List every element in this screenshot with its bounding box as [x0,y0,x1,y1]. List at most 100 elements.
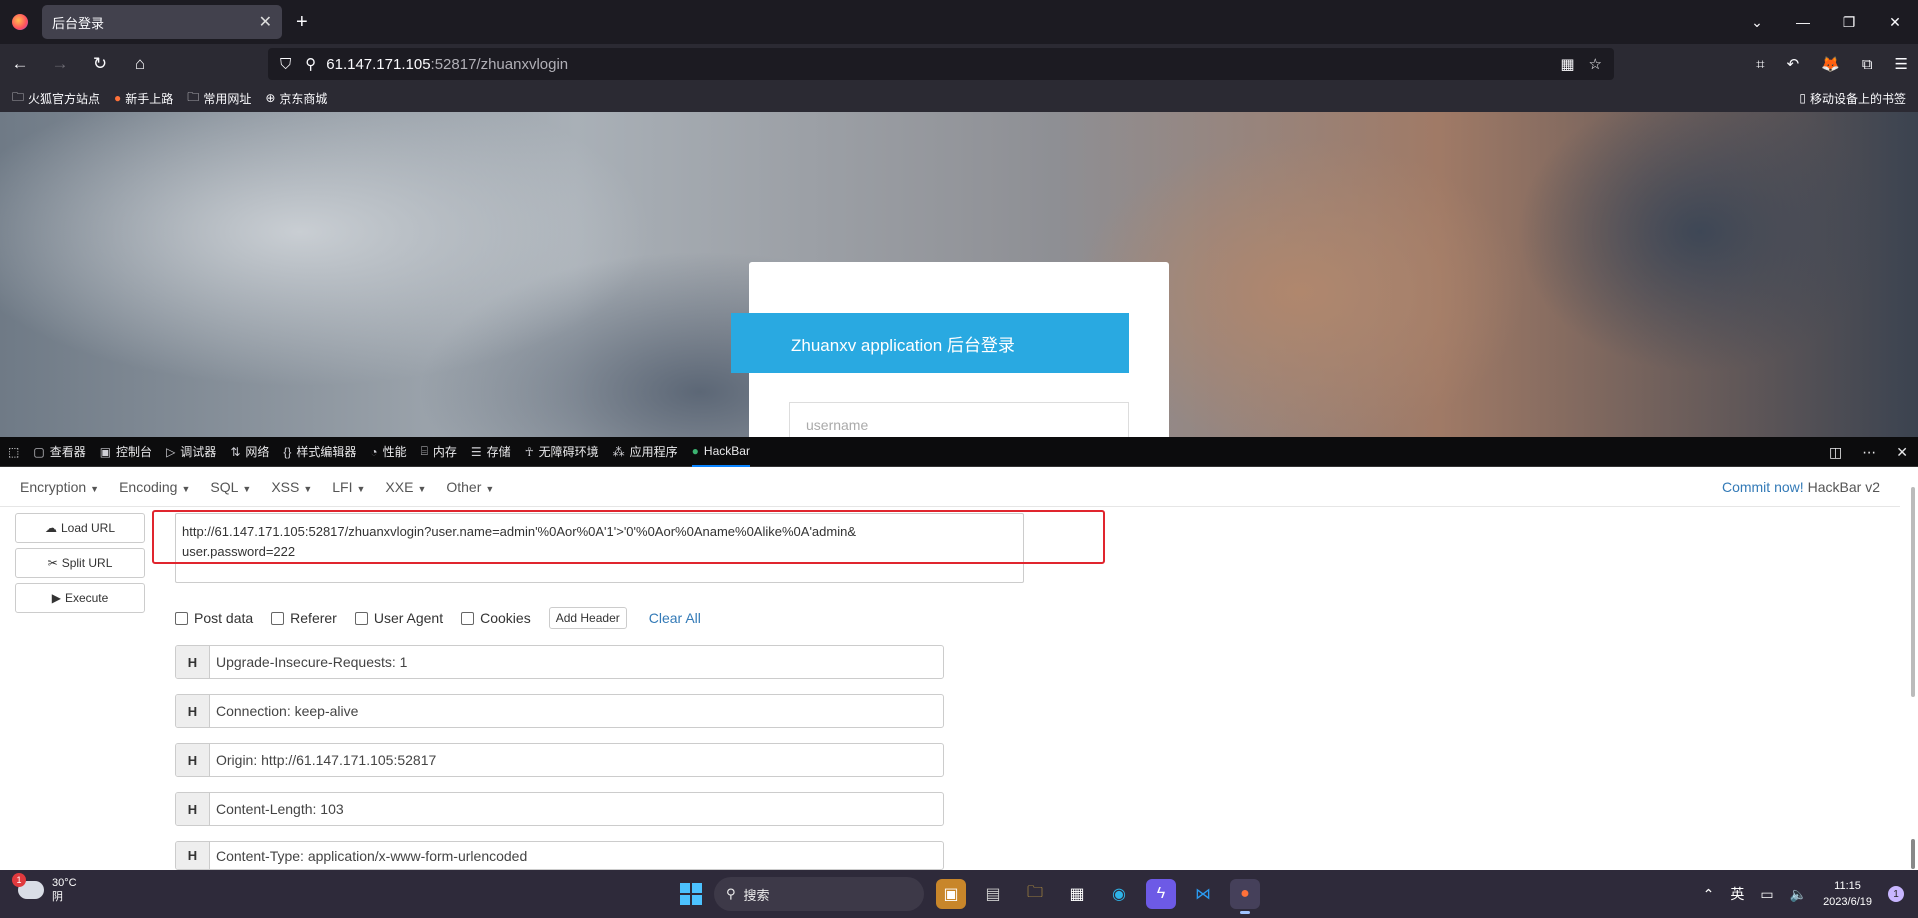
browser-tab[interactable]: 后台登录 ✕ [42,5,282,39]
fox-extension-icon[interactable]: 🦊 [1821,55,1840,73]
menu-encryption[interactable]: Encryption ▼ [20,479,99,495]
weather-widget[interactable]: 1 30°C 阴 [12,873,77,904]
menu-sql[interactable]: SQL ▼ [210,479,251,495]
username-input[interactable]: username [789,402,1129,437]
menu-xxe[interactable]: XXE ▼ [385,479,426,495]
commit-link[interactable]: Commit now! [1722,479,1804,495]
more-icon[interactable]: ⋯ [1862,444,1876,461]
clock[interactable]: 11:15 2023/6/19 [1823,878,1872,910]
shield-icon[interactable]: ⛉ [280,56,291,73]
temperature: 30°C [52,877,77,889]
minimize-icon[interactable]: — [1780,14,1826,30]
cookies-checkbox[interactable]: Cookies [461,610,531,626]
split-url-button[interactable]: ✂ Split URL [15,548,145,578]
volume-icon[interactable]: 🔈 [1790,886,1807,903]
reload-icon[interactable]: ↻ [80,54,120,74]
login-title: Zhuanxv application 后台登录 [731,313,1129,373]
devtools-tab-style-editor[interactable]: {} 样式编辑器 [283,443,356,460]
devtools-tab-performance[interactable]: ◔ 性能 [370,443,406,460]
user-agent-checkbox[interactable]: User Agent [354,610,443,626]
menu-lfi[interactable]: LFI ▼ [332,479,365,495]
load-url-button[interactable]: ☁ Load URL [15,513,145,543]
devtools-tab-network[interactable]: ⇅ 网络 [230,443,269,460]
header-value[interactable]: Connection: keep-alive [210,703,358,719]
execute-button[interactable]: ▶ Execute [15,583,145,613]
bookmark-star-icon[interactable]: ☆ [1589,55,1602,73]
file-explorer-icon[interactable]: 🗀 [1020,879,1050,909]
header-value[interactable]: Content-Length: 103 [210,801,344,817]
edge-icon[interactable]: ◉ [1104,879,1134,909]
devtools-tab-inspector[interactable]: ▢ 查看器 [33,443,85,460]
briefcase-app-icon[interactable]: ▣ [936,879,966,909]
scrollbar-thumb[interactable] [1911,839,1915,869]
header-toggle[interactable]: H [176,646,210,678]
header-value[interactable]: Origin: http://61.147.171.105:52817 [210,752,436,768]
tab-close-icon[interactable]: ✕ [259,12,272,32]
header-value[interactable]: Content-Type: application/x-www-form-url… [210,848,527,864]
header-toggle[interactable]: H [176,695,210,727]
undo-icon[interactable]: ↶ [1787,55,1800,73]
post-data-checkbox[interactable]: Post data [175,610,253,626]
tab-list-icon[interactable]: ⌄ [1734,14,1780,31]
globe-icon: ⊕ [265,91,276,105]
forward-icon[interactable]: → [40,54,80,74]
firefox-taskbar-icon[interactable]: ● [1230,879,1260,914]
qr-code-icon[interactable]: ▦ [1560,55,1574,73]
dock-icon[interactable]: ◫ [1829,444,1842,461]
add-header-button[interactable]: Add Header [548,607,627,629]
mobile-bookmarks[interactable]: ▯ 移动设备上的书签 [1799,84,1906,112]
header-toggle[interactable]: H [176,793,210,825]
url-bar[interactable]: ⛉ ⚲ 61.147.171.105:52817/zhuanxvlogin ▦ … [268,48,1614,80]
header-toggle[interactable]: H [176,842,210,869]
network-icon: ⇅ [230,444,241,459]
menu-other[interactable]: Other ▼ [446,479,494,495]
system-tray: ⌃ 英 ▭ 🔈 11:15 2023/6/19 1 [1703,870,1904,918]
application-icon: ⁂ [612,444,625,459]
devtools-tab-memory[interactable]: ⌸ 内存 [421,443,457,460]
menu-xss[interactable]: XSS ▼ [271,479,312,495]
bookmark-item[interactable]: 🗀 常用网址 [187,88,251,109]
header-row: H Content-Type: application/x-www-form-u… [175,841,944,870]
devtools-close-icon[interactable]: ✕ [1896,444,1908,461]
power-automate-icon[interactable]: ϟ [1146,879,1176,909]
page-content: Zhuanxv application 后台登录 username [0,112,1918,437]
notification-badge[interactable]: 1 [1888,886,1904,902]
devtools-tab-hackbar[interactable]: ● HackBar [691,437,750,467]
caret-down-icon: ▼ [417,483,427,494]
vscode-icon[interactable]: ⋈ [1188,879,1218,909]
weather-condition: 阴 [52,891,63,903]
element-picker-icon[interactable]: ⬚ [8,445,19,459]
header-value[interactable]: Upgrade-Insecure-Requests: 1 [210,654,407,670]
window-close-icon[interactable]: ✕ [1872,14,1918,31]
taskbar-search[interactable]: ⚲ 搜索 [714,877,924,911]
header-toggle[interactable]: H [176,744,210,776]
windows-start-icon[interactable] [680,883,702,905]
bookmark-item[interactable]: 🗀 火狐官方站点 [12,88,100,109]
devtools-tab-debugger[interactable]: ▷ 调试器 [166,443,216,460]
bookmark-item[interactable]: ⊕ 京东商城 [265,90,327,107]
extensions-icon[interactable]: ⧉ [1862,56,1873,73]
back-icon[interactable]: ← [0,54,40,74]
header-row: H Upgrade-Insecure-Requests: 1 [175,645,944,679]
clear-all-link[interactable]: Clear All [649,610,701,626]
crop-icon[interactable]: ⌗ [1756,56,1764,73]
home-icon[interactable]: ⌂ [120,54,160,74]
devtools-tab-application[interactable]: ⁂ 应用程序 [613,443,678,460]
new-tab-button[interactable]: + [296,11,308,34]
scrollbar[interactable] [1911,487,1915,697]
bookmark-item[interactable]: ● 新手上路 [114,90,173,107]
devtools-tab-storage[interactable]: ☰ 存储 [471,443,511,460]
menu-icon[interactable]: ☰ [1895,55,1908,73]
store-icon[interactable]: ▦ [1062,879,1092,909]
network-tray-icon[interactable]: ▭ [1760,886,1773,903]
devtools-tab-accessibility[interactable]: ☥ 无障碍环境 [525,443,599,460]
chevron-up-icon[interactable]: ⌃ [1703,886,1715,903]
restore-icon[interactable]: ❐ [1826,14,1872,31]
play-circle-icon: ▶ [51,591,61,605]
referer-checkbox[interactable]: Referer [271,610,337,626]
task-view-icon[interactable]: ▤ [978,879,1008,909]
devtools-tab-console[interactable]: ▣ 控制台 [100,443,152,460]
menu-encoding[interactable]: Encoding ▼ [119,479,190,495]
ime-indicator[interactable]: 英 [1730,884,1744,904]
page-info-icon[interactable]: ⚲ [305,55,316,73]
